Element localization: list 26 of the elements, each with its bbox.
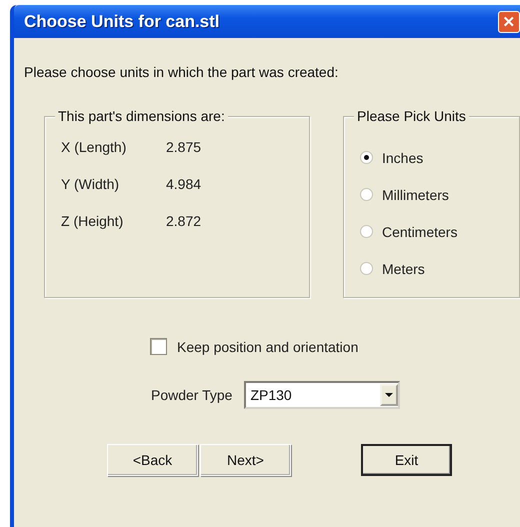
radio-label[interactable]: Centimeters — [382, 224, 458, 240]
group-title: Please Pick Units — [354, 108, 469, 124]
dimension-value: 4.984 — [166, 176, 202, 194]
radio-button[interactable] — [360, 262, 373, 275]
instruction-text: Please choose units in which the part was created: — [24, 64, 340, 80]
radio-button[interactable] — [360, 225, 373, 238]
close-button[interactable]: ✕ — [498, 10, 520, 32]
checkbox-label[interactable]: Keep position and orientation — [177, 338, 358, 354]
dialog-button[interactable]: Next> — [200, 444, 291, 476]
field-label: Powder Type — [151, 387, 232, 403]
radio-button[interactable] — [360, 188, 373, 201]
dimension-value: 2.872 — [166, 213, 202, 231]
radio-label[interactable]: Inches — [382, 150, 424, 166]
dimension-label: X (Length) — [61, 139, 128, 157]
radio-label[interactable]: Meters — [382, 260, 425, 276]
dimension-value: 2.875 — [166, 139, 202, 157]
dialog-button[interactable]: Exit — [361, 444, 452, 476]
group-title: This part's dimensions are: — [55, 108, 228, 124]
checkbox[interactable] — [150, 338, 167, 355]
dialog-button[interactable]: <Back — [107, 444, 198, 476]
radio-button[interactable] — [360, 151, 373, 164]
window-title: Choose Units for can.stl — [24, 12, 220, 32]
dimension-label: Z (Height) — [61, 213, 124, 231]
dimension-label: Y (Width) — [61, 176, 120, 194]
radio-label[interactable]: Millimeters — [382, 186, 449, 202]
powder-type-dropdown[interactable]: ZP130 — [244, 381, 400, 409]
